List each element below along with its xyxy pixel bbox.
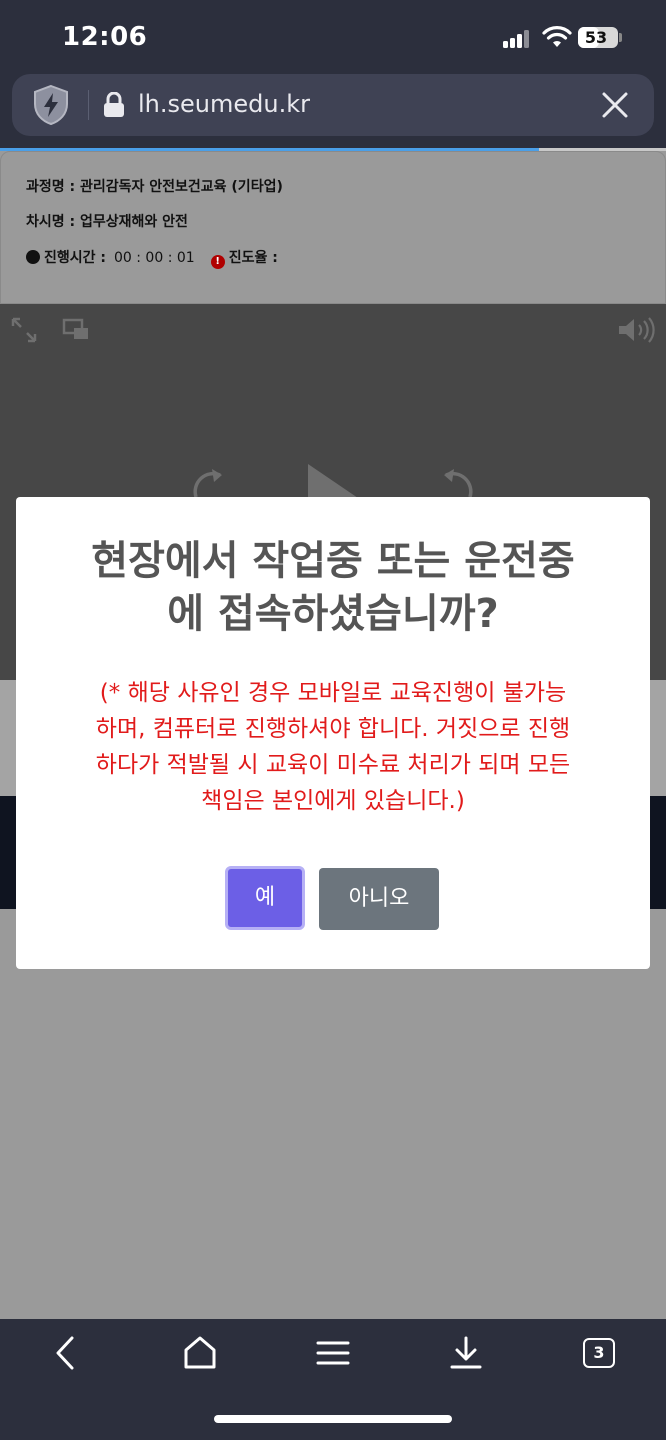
elapsed-label: 진행시간 : bbox=[44, 250, 106, 266]
dialog-title-line-1: 현장에서 작업중 또는 운전중 bbox=[91, 538, 575, 584]
course-name: 과정명 : 관리감독자 안전보건교육 (기타업) bbox=[26, 179, 283, 195]
rewind-10-icon[interactable] bbox=[190, 469, 236, 499]
status-bar: 12:06 53 bbox=[0, 0, 666, 72]
volume-icon[interactable] bbox=[616, 316, 656, 344]
menu-icon[interactable] bbox=[315, 1335, 351, 1371]
progress-rate-label: 진도율 : bbox=[228, 250, 278, 266]
confirm-dialog: 현장에서 작업중 또는 운전중 에 접속하셨습니까? (* 해당 사유인 경우 … bbox=[16, 497, 650, 969]
dialog-warning-line-3: 하다가 적발될 시 교육이 미수료 처리가 되며 모든 bbox=[95, 752, 571, 778]
battery-level-text: 53 bbox=[584, 28, 608, 47]
course-info-panel: 과정명 : 관리감독자 안전보건교육 (기타업) 차시명 : 업무상재해와 안전… bbox=[0, 151, 666, 304]
alert-icon: ! bbox=[210, 255, 225, 269]
address-bar[interactable]: lh.seumedu.kr bbox=[12, 74, 654, 136]
forward-10-icon[interactable] bbox=[430, 469, 476, 499]
fullscreen-icon[interactable] bbox=[10, 316, 38, 344]
bottom-toolbar: 3 bbox=[0, 1319, 666, 1440]
download-icon[interactable] bbox=[448, 1335, 484, 1371]
picture-in-picture-icon[interactable] bbox=[62, 318, 90, 342]
cellular-signal-icon bbox=[503, 30, 533, 48]
dialog-title: 현장에서 작업중 또는 운전중 에 접속하셨습니까? bbox=[16, 535, 650, 641]
battery-icon: 53 bbox=[578, 27, 618, 48]
status-time: 12:06 bbox=[62, 22, 148, 52]
battery-cap bbox=[619, 33, 622, 42]
progress-row: 진행시간 : 00 : 00 : 01! 진도율 : bbox=[26, 247, 278, 269]
dialog-warning-line-4: 책임은 본인에게 있습니다.) bbox=[201, 788, 465, 814]
back-icon[interactable] bbox=[48, 1335, 84, 1371]
play-icon[interactable] bbox=[304, 462, 360, 502]
url-text: lh.seumedu.kr bbox=[138, 90, 310, 118]
clock-icon bbox=[26, 250, 40, 264]
no-button[interactable]: 아니오 bbox=[319, 868, 439, 930]
close-icon[interactable] bbox=[600, 90, 630, 120]
shield-icon[interactable] bbox=[32, 84, 70, 126]
dialog-warning-line-1: (* 해당 사유인 경우 모바일로 교육진행이 불가능 bbox=[99, 680, 567, 706]
lock-icon bbox=[104, 92, 124, 117]
session-name: 차시명 : 업무상재해와 안전 bbox=[26, 214, 188, 230]
home-icon[interactable] bbox=[182, 1335, 218, 1371]
dialog-title-line-2: 에 접속하셨습니까? bbox=[167, 591, 499, 637]
yes-button[interactable]: 예 bbox=[225, 866, 305, 930]
url-divider bbox=[88, 90, 89, 120]
browser-header: lh.seumedu.kr bbox=[0, 72, 666, 148]
elapsed-value: 00 : 00 : 01 bbox=[114, 250, 195, 266]
tabs-button[interactable]: 3 bbox=[583, 1338, 615, 1368]
dialog-warning: (* 해당 사유인 경우 모바일로 교육진행이 불가능 하며, 컴퓨터로 진행하… bbox=[46, 675, 620, 819]
wifi-icon bbox=[542, 26, 572, 47]
home-indicator bbox=[214, 1415, 452, 1423]
dialog-warning-line-2: 하며, 컴퓨터로 진행하셔야 합니다. 거짓으로 진행 bbox=[95, 716, 571, 742]
